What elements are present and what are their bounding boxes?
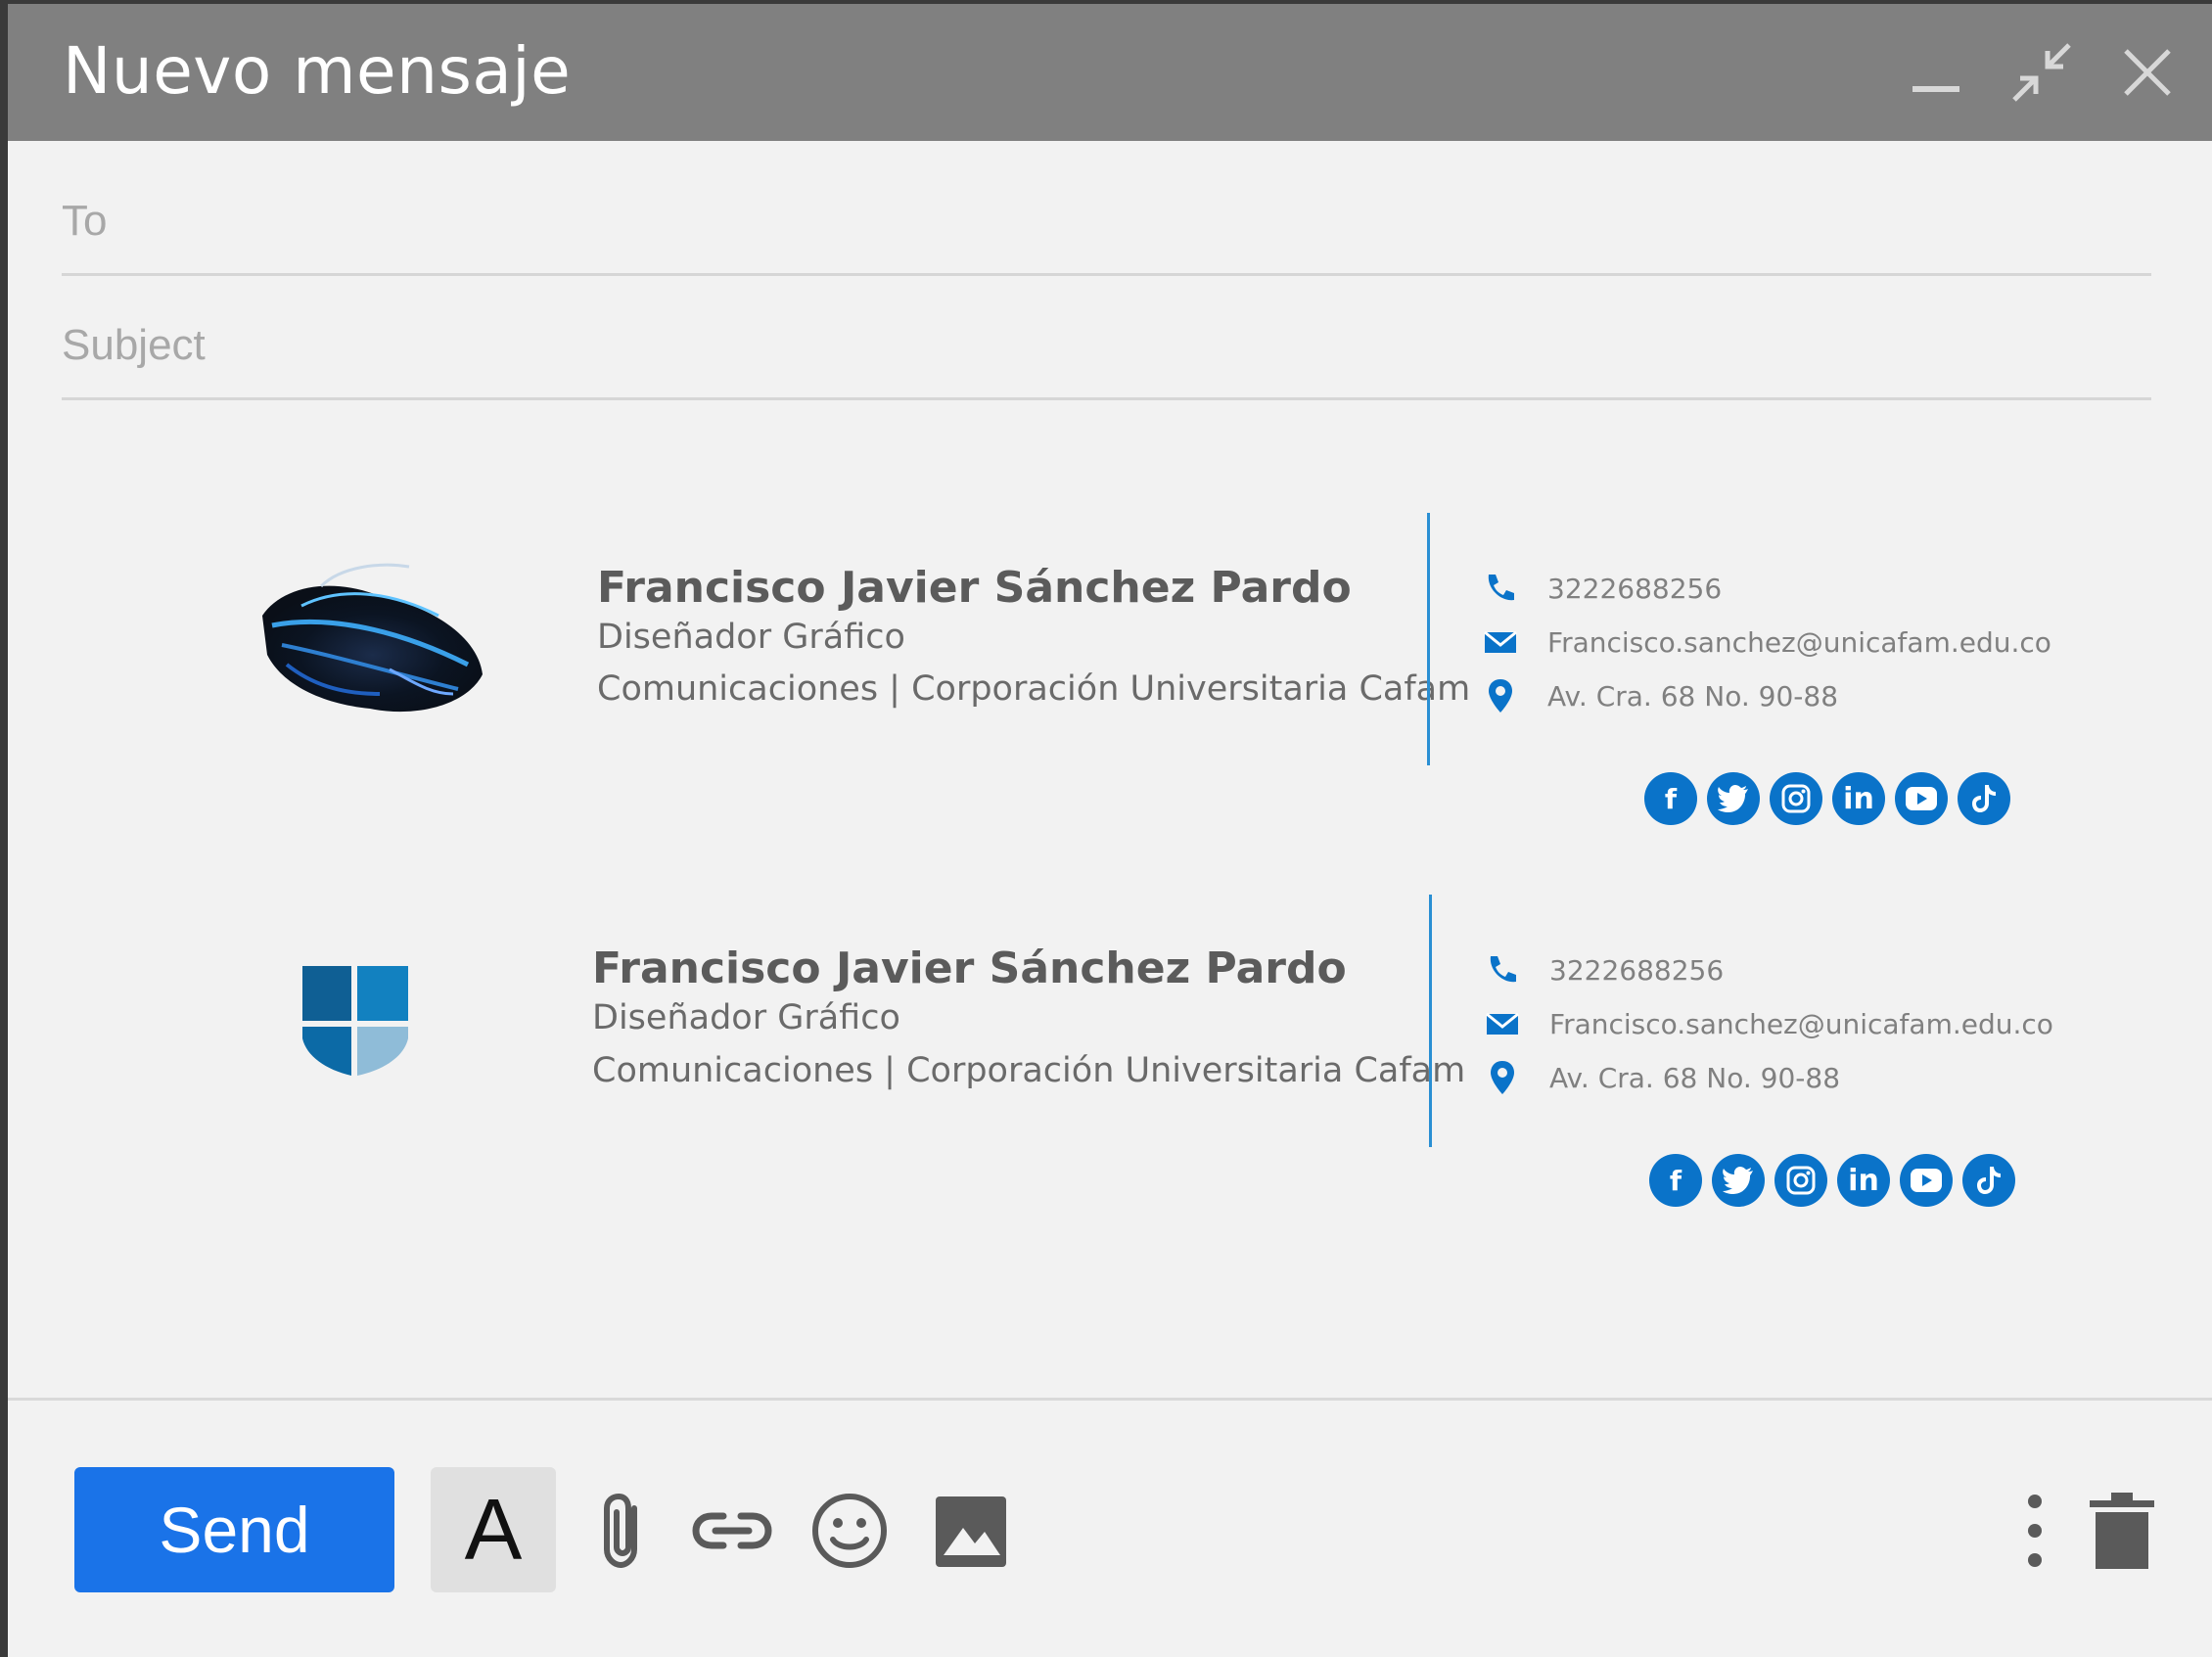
signature-name: Francisco Javier Sánchez Pardo bbox=[597, 563, 1352, 613]
twitter-icon[interactable] bbox=[1707, 772, 1760, 825]
tiktok-icon[interactable] bbox=[1958, 772, 2010, 825]
phone-icon bbox=[1490, 956, 1516, 983]
phone-icon bbox=[1488, 575, 1514, 601]
signature-divider bbox=[1429, 895, 1432, 1147]
paperclip-icon bbox=[604, 1493, 637, 1569]
insert-image-button[interactable] bbox=[928, 1487, 1016, 1575]
emoji-button[interactable] bbox=[806, 1487, 894, 1575]
minimize-button[interactable] bbox=[1897, 33, 1975, 112]
facebook-icon[interactable]: f bbox=[1649, 1154, 1702, 1207]
window-title: Nuevo mensaje bbox=[63, 33, 572, 109]
title-bar: Nuevo mensaje bbox=[8, 4, 2212, 141]
collapse-arrows-icon bbox=[2012, 43, 2071, 102]
signature-department: Comunicaciones | Corporación Universitar… bbox=[597, 669, 1471, 709]
close-icon bbox=[2124, 49, 2171, 96]
signature-address: Av. Cra. 68 No. 90-88 bbox=[1549, 1062, 1841, 1094]
signature-address: Av. Cra. 68 No. 90-88 bbox=[1547, 680, 1839, 713]
mail-icon bbox=[1484, 630, 1517, 653]
image-icon bbox=[936, 1496, 1006, 1567]
signature-role: Diseñador Gráfico bbox=[597, 618, 905, 657]
emoji-icon bbox=[812, 1494, 887, 1568]
signature-block-1: Francisco Javier Sánchez Pardo Diseñador… bbox=[8, 508, 2212, 825]
twitter-icon[interactable] bbox=[1712, 1154, 1765, 1207]
signature-name: Francisco Javier Sánchez Pardo bbox=[592, 944, 1347, 993]
signature-role: Diseñador Gráfico bbox=[592, 998, 900, 1037]
trash-icon bbox=[2090, 1493, 2154, 1569]
more-options-button[interactable] bbox=[1991, 1487, 2079, 1575]
formatting-button[interactable]: A bbox=[431, 1467, 556, 1592]
send-button[interactable]: Send bbox=[74, 1467, 394, 1592]
facebook-icon[interactable]: f bbox=[1644, 772, 1697, 825]
close-button[interactable] bbox=[2108, 33, 2187, 112]
youtube-icon[interactable] bbox=[1895, 772, 1948, 825]
insert-link-button[interactable] bbox=[688, 1487, 776, 1575]
tiktok-icon[interactable] bbox=[1962, 1154, 2015, 1207]
location-pin-icon bbox=[1489, 679, 1512, 713]
compose-window: Nuevo mensaje To Subject Francisco Javie… bbox=[0, 0, 2212, 1657]
subject-field bbox=[62, 275, 2151, 400]
collapse-button[interactable] bbox=[2003, 33, 2081, 112]
instagram-icon[interactable] bbox=[1770, 772, 1822, 825]
youtube-icon[interactable] bbox=[1900, 1154, 1953, 1207]
signature-email[interactable]: Francisco.sanchez@unicafam.edu.co bbox=[1549, 1008, 2053, 1040]
linkedin-icon[interactable]: in bbox=[1837, 1154, 1890, 1207]
shield-logo bbox=[297, 960, 414, 1087]
minimize-icon bbox=[1912, 86, 1959, 92]
to-input[interactable] bbox=[62, 197, 2151, 246]
mail-icon bbox=[1486, 1012, 1519, 1035]
toolbar-divider bbox=[8, 1398, 2212, 1401]
abstract-feather-logo bbox=[243, 547, 497, 748]
more-vert-icon bbox=[2028, 1495, 2042, 1567]
link-icon bbox=[692, 1512, 772, 1549]
attach-button[interactable] bbox=[579, 1487, 668, 1575]
signature-phone: 3222688256 bbox=[1549, 954, 1725, 987]
signature-email[interactable]: Francisco.sanchez@unicafam.edu.co bbox=[1547, 626, 2051, 659]
discard-button[interactable] bbox=[2078, 1487, 2166, 1575]
linkedin-icon[interactable]: in bbox=[1832, 772, 1885, 825]
signature-department: Comunicaciones | Corporación Universitar… bbox=[592, 1051, 1466, 1090]
location-pin-icon bbox=[1491, 1061, 1514, 1094]
to-field bbox=[62, 151, 2151, 276]
signature-divider bbox=[1427, 513, 1430, 765]
signature-phone: 3222688256 bbox=[1547, 573, 1723, 605]
subject-input[interactable] bbox=[62, 321, 2151, 370]
signature-block-2: Francisco Javier Sánchez Pardo Diseñador… bbox=[8, 890, 2212, 1207]
instagram-icon[interactable] bbox=[1774, 1154, 1827, 1207]
